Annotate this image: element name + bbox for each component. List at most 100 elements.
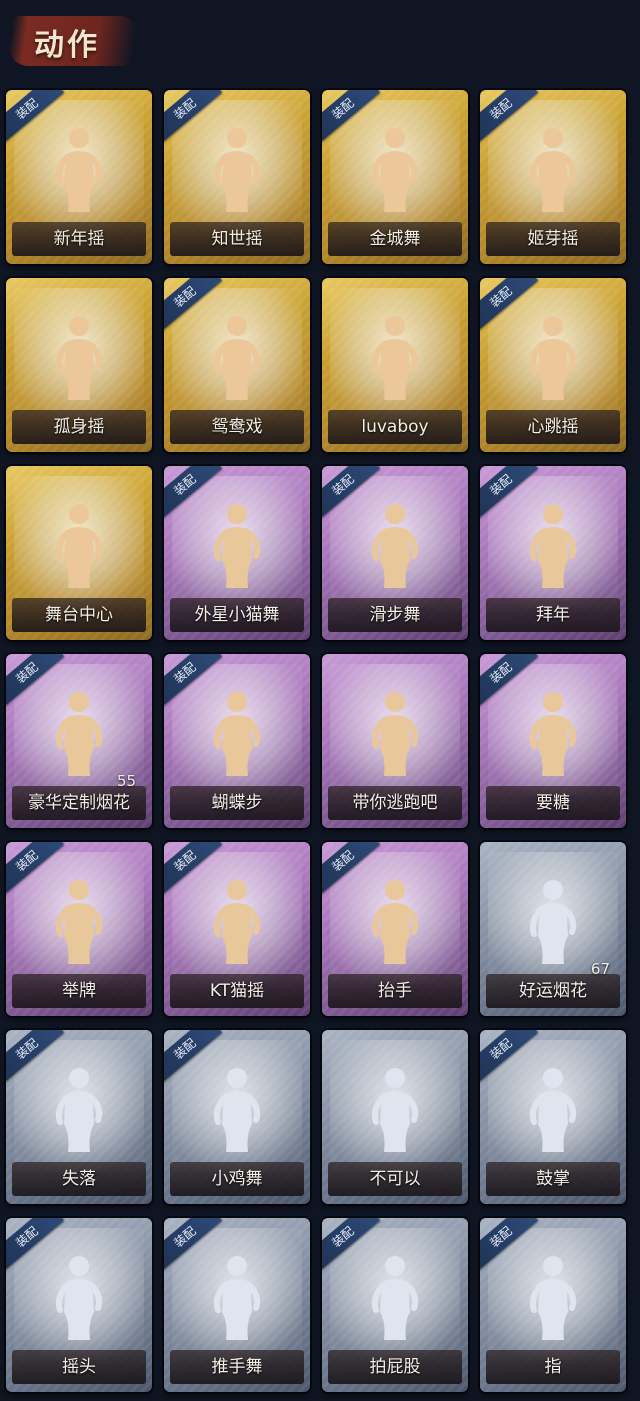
dancer-silhouette-icon xyxy=(529,504,577,588)
dancer-silhouette-icon xyxy=(55,1256,103,1340)
dancer-silhouette-icon xyxy=(213,1256,261,1340)
dancer-silhouette-icon xyxy=(529,128,577,212)
emote-card[interactable]: 金城舞 装配 xyxy=(322,90,468,264)
emote-card[interactable]: 摇头 装配 xyxy=(6,1218,152,1392)
dancer-silhouette-icon xyxy=(55,692,103,776)
emote-name: 鼓掌 xyxy=(536,1169,570,1189)
emote-name: 知世摇 xyxy=(211,229,263,249)
emote-name: 不可以 xyxy=(369,1169,421,1189)
emote-card[interactable]: KT猫摇 装配 xyxy=(164,842,310,1016)
dancer-silhouette-icon xyxy=(55,504,103,588)
emote-card[interactable]: 不可以 xyxy=(322,1030,468,1204)
emote-figure-icon xyxy=(212,876,262,966)
emote-card[interactable]: 新年摇 装配 xyxy=(6,90,152,264)
dancer-silhouette-icon xyxy=(213,504,261,588)
page-title: 动作 xyxy=(34,28,100,63)
emote-card[interactable]: 67 好运烟花 xyxy=(480,842,626,1016)
emote-name: 拜年 xyxy=(536,605,570,625)
emote-card[interactable]: 知世摇 装配 xyxy=(164,90,310,264)
dancer-silhouette-icon xyxy=(55,128,103,212)
emote-name: 失落 xyxy=(62,1169,96,1189)
emote-figure-icon xyxy=(212,1064,262,1154)
emote-name: 摇头 xyxy=(62,1357,96,1377)
emote-figure-icon xyxy=(54,1064,104,1154)
emote-name: 带你逃跑吧 xyxy=(352,793,438,813)
emote-card[interactable]: 蝴蝶步 装配 xyxy=(164,654,310,828)
emote-figure-icon xyxy=(370,500,420,590)
dancer-silhouette-icon xyxy=(213,880,261,964)
emote-name: 小鸡舞 xyxy=(211,1169,263,1189)
emote-figure-icon xyxy=(370,124,420,214)
emote-card[interactable]: 指装配 xyxy=(480,1218,626,1392)
dancer-silhouette-icon xyxy=(371,128,419,212)
emote-card[interactable]: 带你逃跑吧 xyxy=(322,654,468,828)
emote-name: 滑步舞 xyxy=(369,605,421,625)
emote-card[interactable]: 拜年 装配 xyxy=(480,466,626,640)
dancer-silhouette-icon xyxy=(213,128,261,212)
emote-name: 新年摇 xyxy=(53,229,105,249)
emote-name: 金城舞 xyxy=(369,229,421,249)
emote-card[interactable]: 孤身摇 xyxy=(6,278,152,452)
emote-card[interactable]: 鸳鸯戏 装配 xyxy=(164,278,310,452)
emote-card[interactable]: 心跳摇 装配 xyxy=(480,278,626,452)
dancer-silhouette-icon xyxy=(529,880,577,964)
emote-figure-icon xyxy=(54,124,104,214)
emote-card[interactable]: 失落 装配 xyxy=(6,1030,152,1204)
emote-figure-icon xyxy=(54,500,104,590)
emote-figure-icon xyxy=(528,124,578,214)
emote-figure-icon xyxy=(528,312,578,402)
emote-card[interactable]: 55 豪华定制烟花 装配 xyxy=(6,654,152,828)
emote-card[interactable]: 鼓掌 装配 xyxy=(480,1030,626,1204)
emote-figure-icon xyxy=(54,1252,104,1342)
emote-figure-icon xyxy=(212,124,262,214)
emote-name: 豪华定制烟花 xyxy=(28,793,130,813)
emote-figure-icon xyxy=(370,312,420,402)
emote-name: luvaboy xyxy=(361,417,429,437)
emote-figure-icon xyxy=(528,688,578,778)
dancer-silhouette-icon xyxy=(213,316,261,400)
emote-figure-icon xyxy=(54,876,104,966)
emote-name: 拍屁股 xyxy=(369,1357,421,1377)
emote-name: 姬芽摇 xyxy=(527,229,579,249)
dancer-silhouette-icon xyxy=(55,1068,103,1152)
emote-card[interactable]: 拍屁股 装配 xyxy=(322,1218,468,1392)
emote-card[interactable]: 推手舞 装配 xyxy=(164,1218,310,1392)
emote-figure-icon xyxy=(212,688,262,778)
emote-figure-icon xyxy=(212,312,262,402)
emote-figure-icon xyxy=(54,688,104,778)
emote-name: 指 xyxy=(544,1357,562,1377)
emote-card[interactable]: 要糖 装配 xyxy=(480,654,626,828)
emote-figure-icon xyxy=(370,688,420,778)
emote-card[interactable]: 抬手 装配 xyxy=(322,842,468,1016)
dancer-silhouette-icon xyxy=(213,692,261,776)
emote-name: 推手舞 xyxy=(211,1357,263,1377)
emote-name: 孤身摇 xyxy=(53,417,105,437)
emote-figure-icon xyxy=(528,500,578,590)
emote-name: 举牌 xyxy=(62,981,96,1001)
emote-card[interactable]: 滑步舞 装配 xyxy=(322,466,468,640)
emote-card[interactable]: luvaboy xyxy=(322,278,468,452)
dancer-silhouette-icon xyxy=(371,316,419,400)
emote-card[interactable]: 舞台中心 xyxy=(6,466,152,640)
dancer-silhouette-icon xyxy=(529,316,577,400)
header: 动作 xyxy=(0,0,640,84)
emote-name: KT猫摇 xyxy=(209,981,265,1001)
emote-card[interactable]: 姬芽摇 装配 xyxy=(480,90,626,264)
dancer-silhouette-icon xyxy=(55,316,103,400)
emote-figure-icon xyxy=(370,1252,420,1342)
dancer-silhouette-icon xyxy=(529,1068,577,1152)
emote-figure-icon xyxy=(212,1252,262,1342)
dancer-silhouette-icon xyxy=(371,880,419,964)
emote-name: 鸳鸯戏 xyxy=(211,417,263,437)
dancer-silhouette-icon xyxy=(55,880,103,964)
dancer-silhouette-icon xyxy=(371,1068,419,1152)
dancer-silhouette-icon xyxy=(371,504,419,588)
emote-card[interactable]: 外星小猫舞 装配 xyxy=(164,466,310,640)
emote-name: 舞台中心 xyxy=(45,605,113,625)
emote-figure-icon xyxy=(370,1064,420,1154)
emote-card[interactable]: 举牌 装配 xyxy=(6,842,152,1016)
emote-card[interactable]: 小鸡舞 装配 xyxy=(164,1030,310,1204)
emote-figure-icon xyxy=(528,876,578,966)
emote-name: 外星小猫舞 xyxy=(194,605,280,625)
emote-figure-icon xyxy=(528,1252,578,1342)
